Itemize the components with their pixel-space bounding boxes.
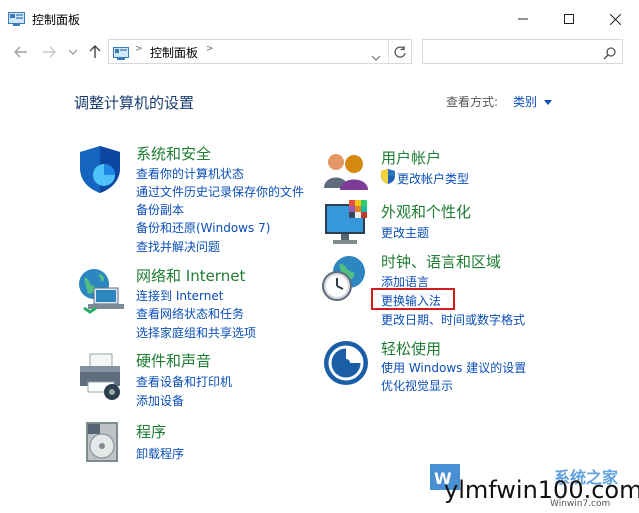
ease-of-access-icon[interactable] xyxy=(323,340,369,390)
chevron-down-icon xyxy=(371,55,381,61)
link-connect-internet[interactable]: 连接到 Internet xyxy=(136,287,223,304)
link-add-device[interactable]: 添加设备 xyxy=(136,392,184,409)
search-input[interactable] xyxy=(422,39,623,64)
user-accounts-icon[interactable] xyxy=(322,150,370,194)
minimize-icon xyxy=(518,18,528,20)
uac-shield-icon xyxy=(381,169,395,188)
view-by-value: 类别 xyxy=(513,95,538,109)
dropdown-triangle-icon xyxy=(543,100,552,105)
breadcrumb-separator[interactable]: > xyxy=(135,44,143,54)
link-devices-printers[interactable]: 查看设备和打印机 xyxy=(136,373,232,390)
link-backup-restore[interactable]: 备份和还原(Windows 7) xyxy=(136,219,270,236)
category-programs[interactable]: 程序 xyxy=(136,421,166,442)
network-globe-icon[interactable] xyxy=(76,266,126,320)
link-change-date-time-format[interactable]: 更改日期、时间或数字格式 xyxy=(381,311,525,328)
recent-locations-button[interactable] xyxy=(62,42,84,62)
category-hardware-sound[interactable]: 硬件和声音 xyxy=(136,350,211,371)
back-button[interactable] xyxy=(10,42,32,62)
view-by-label: 查看方式: xyxy=(446,95,499,109)
breadcrumb-separator[interactable]: > xyxy=(206,44,214,54)
up-button[interactable] xyxy=(84,42,106,62)
link-homegroup-sharing[interactable]: 选择家庭组和共享选项 xyxy=(136,324,256,341)
link-backup-copy[interactable]: 备份副本 xyxy=(136,201,184,218)
address-dropdown-button[interactable] xyxy=(371,46,381,65)
shield-icon[interactable] xyxy=(76,144,124,198)
link-network-status[interactable]: 查看网络状态和任务 xyxy=(136,305,244,322)
forward-button[interactable] xyxy=(38,42,60,62)
category-system-security[interactable]: 系统和安全 xyxy=(136,143,211,164)
link-change-theme[interactable]: 更改主题 xyxy=(381,224,429,241)
control-panel-icon xyxy=(113,45,129,64)
back-arrow-icon xyxy=(14,46,27,58)
close-icon xyxy=(609,13,621,25)
up-arrow-icon xyxy=(89,45,101,58)
link-change-account-type[interactable]: 更改帐户类型 xyxy=(397,170,469,187)
link-view-computer-status[interactable]: 查看你的计算机状态 xyxy=(136,165,244,182)
category-clock-language-region[interactable]: 时钟、语言和区域 xyxy=(381,251,501,272)
breadcrumb-control-panel[interactable]: 控制面板 xyxy=(150,44,198,61)
category-appearance-personalization[interactable]: 外观和个性化 xyxy=(381,201,471,222)
page-title: 调整计算机的设置 xyxy=(74,94,195,112)
divider xyxy=(388,40,389,63)
link-optimize-visual-display[interactable]: 优化视觉显示 xyxy=(381,377,453,394)
link-windows-suggested-settings[interactable]: 使用 Windows 建议的设置 xyxy=(381,359,526,376)
window-title: 控制面板 xyxy=(32,13,81,27)
maximize-button[interactable] xyxy=(546,0,592,38)
close-button[interactable] xyxy=(592,0,638,38)
category-network-internet[interactable]: 网络和 Internet xyxy=(136,265,245,286)
printer-icon[interactable] xyxy=(76,352,126,404)
watermark-url: Winwin7.com xyxy=(550,499,611,509)
watermark: W 系统之家 ylmfwin100.com Winwin7.com xyxy=(428,462,639,513)
refresh-button[interactable] xyxy=(393,44,407,63)
monitor-palette-icon[interactable] xyxy=(323,198,371,250)
forward-arrow-icon xyxy=(43,46,56,58)
link-file-history[interactable]: 通过文件历史记录保存你的文件 xyxy=(136,183,304,200)
chevron-down-icon xyxy=(69,49,77,55)
programs-icon[interactable] xyxy=(80,418,124,470)
link-change-input-method[interactable]: 更换输入法 xyxy=(381,292,441,309)
view-by-dropdown[interactable]: 类别 xyxy=(513,93,552,110)
maximize-icon xyxy=(564,14,574,24)
search-icon[interactable] xyxy=(603,45,616,64)
minimize-button[interactable] xyxy=(500,0,546,38)
refresh-icon xyxy=(394,46,406,58)
link-uninstall-program[interactable]: 卸载程序 xyxy=(136,445,184,462)
link-troubleshoot[interactable]: 查找并解决问题 xyxy=(136,238,220,255)
category-ease-of-access[interactable]: 轻松使用 xyxy=(381,338,441,359)
clock-globe-icon[interactable] xyxy=(321,254,371,308)
control-panel-icon xyxy=(8,11,25,26)
category-user-accounts[interactable]: 用户帐户 xyxy=(381,147,441,168)
